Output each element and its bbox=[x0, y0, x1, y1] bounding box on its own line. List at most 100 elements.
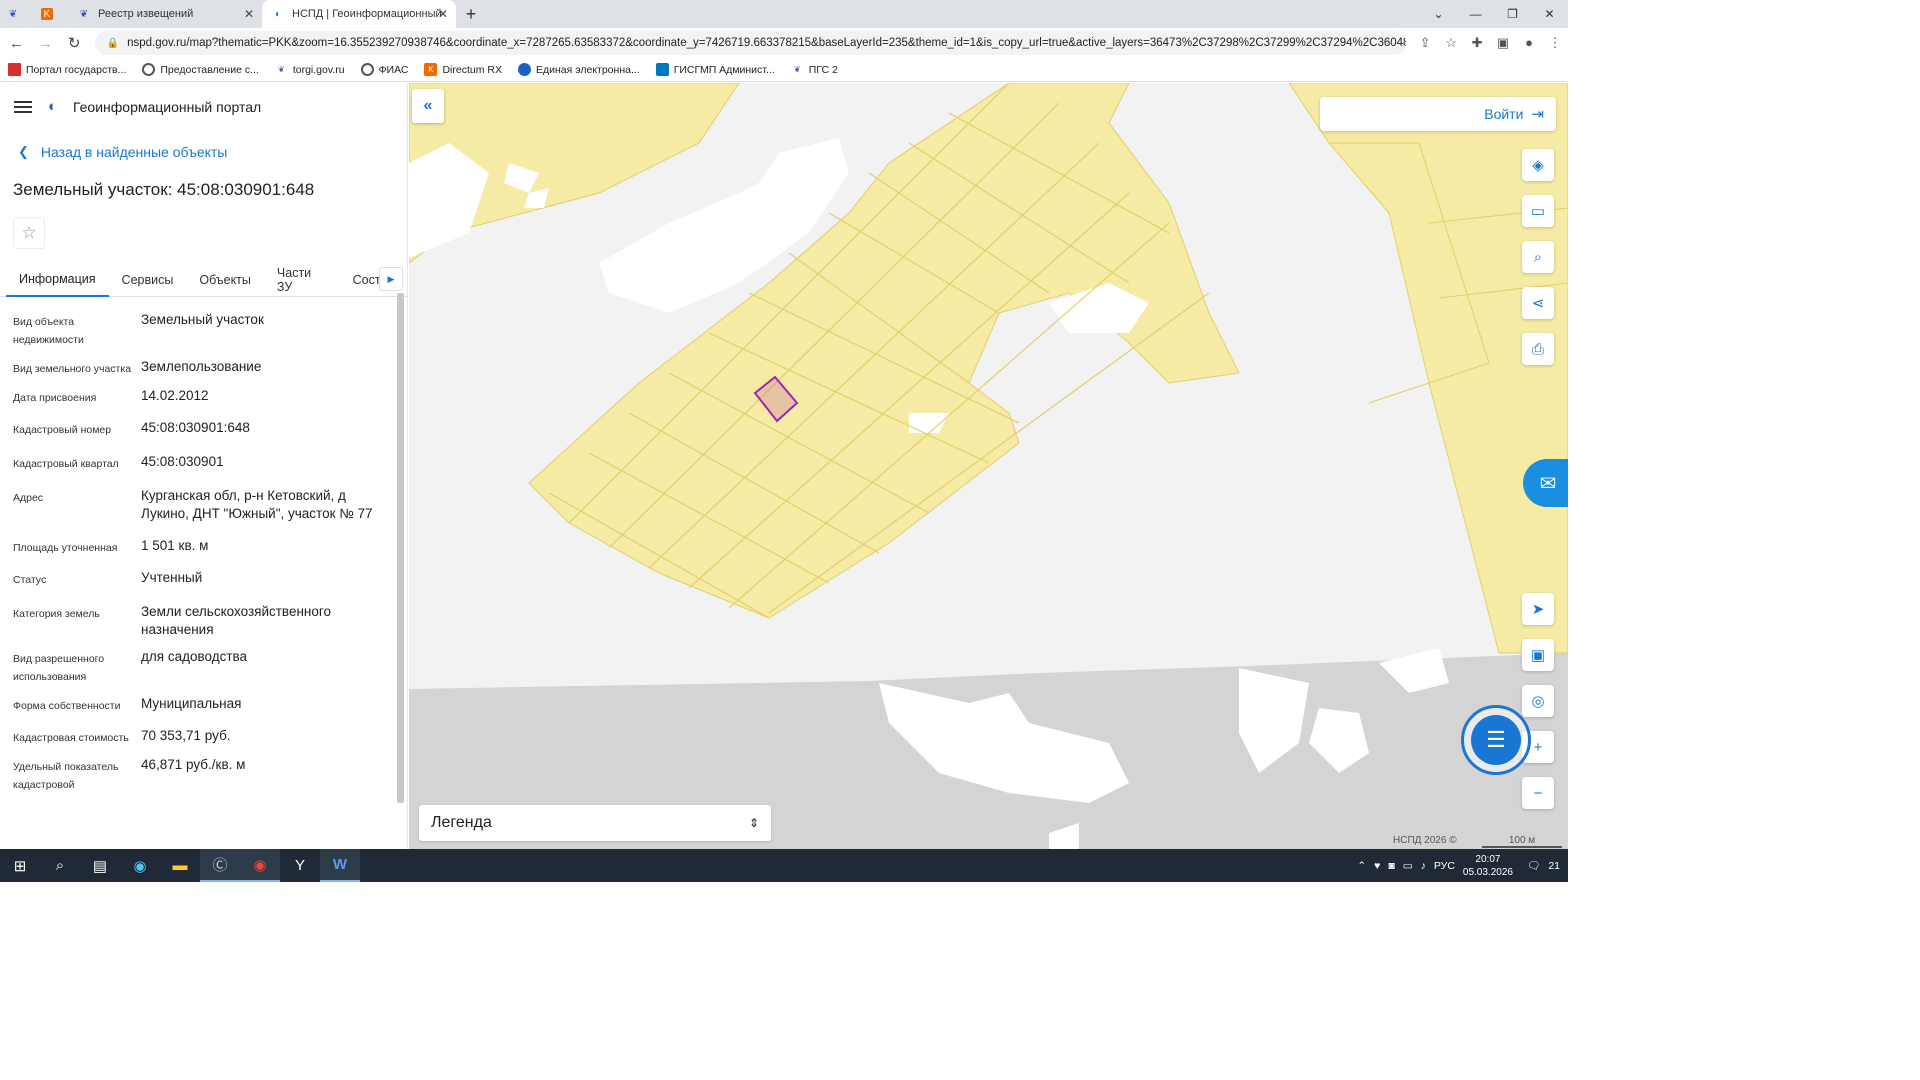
attribute-value: Муниципальная bbox=[141, 696, 242, 711]
chevron-up-icon[interactable]: ⌃ bbox=[1357, 860, 1366, 872]
attribute-row: Вид земельного участка Землепользование bbox=[13, 358, 387, 378]
forward-icon[interactable]: → bbox=[33, 30, 58, 56]
login-icon: ⇥ bbox=[1531, 106, 1544, 123]
search-icon[interactable]: ⌕ bbox=[40, 849, 80, 882]
chrome-icon[interactable]: ◉ bbox=[240, 849, 280, 882]
reload-icon[interactable]: ↻ bbox=[62, 30, 87, 56]
geolocate-button[interactable]: ➤ bbox=[1522, 593, 1554, 625]
browser-tab-active[interactable]: ◐ НСПД | Геоинформационный п ✕ bbox=[262, 0, 456, 28]
zoom-out-button[interactable]: − bbox=[1522, 777, 1554, 809]
bookmark-item[interactable]: ФИАС bbox=[360, 63, 408, 76]
location-search-button[interactable]: ◎ bbox=[1522, 685, 1554, 717]
windows-taskbar: ⊞ ⌕ ▤ ◉ ▬ Ⓒ ◉ Y W ⌃ ♥ ◙ ▭ ♪ РУС 20:07 05… bbox=[0, 849, 1568, 882]
ruler-button[interactable]: ▭ bbox=[1522, 195, 1554, 227]
bookmark-item[interactable]: ГИСГМП Админист... bbox=[655, 63, 775, 76]
file-explorer-icon[interactable]: ▬ bbox=[160, 849, 200, 882]
network-icon[interactable]: ▭ bbox=[1403, 860, 1413, 872]
tab-services[interactable]: Сервисы bbox=[109, 263, 187, 297]
app-icon[interactable]: Ⓒ bbox=[200, 849, 240, 882]
collapse-panel-button[interactable]: « bbox=[412, 89, 444, 123]
layers-button[interactable]: ◈ bbox=[1522, 149, 1554, 181]
portal-logo-icon: ◐ bbox=[48, 98, 58, 115]
restore-icon[interactable]: ❐ bbox=[1494, 0, 1531, 28]
close-window-icon[interactable]: ✕ bbox=[1531, 0, 1568, 28]
share-map-button[interactable]: ⋖ bbox=[1522, 287, 1554, 319]
bookmark-item[interactable]: ❦ ПГС 2 bbox=[791, 63, 838, 76]
browser-tab-3[interactable]: ❦ Реестр извещений ✕ bbox=[68, 0, 262, 28]
panel-scrollbar[interactable] bbox=[397, 293, 404, 803]
task-view-icon[interactable]: ▤ bbox=[80, 849, 120, 882]
clock[interactable]: 20:07 05.03.2026 bbox=[1463, 853, 1513, 879]
attribute-row: Кадастровый номер 45:08:030901:648 bbox=[13, 419, 387, 439]
attribute-value: 45:08:030901:648 bbox=[141, 420, 250, 435]
bookmark-item[interactable]: Портал государств... bbox=[8, 63, 126, 76]
attribute-key: Вид разрешенного использования bbox=[13, 653, 105, 683]
attribute-list: Вид объекта недвижимости Земельный участо… bbox=[0, 297, 407, 794]
feedback-icon: ✉ bbox=[1539, 472, 1557, 495]
back-icon[interactable]: ← bbox=[4, 30, 29, 56]
login-button[interactable]: Войти ⇥ bbox=[1320, 97, 1556, 131]
bookmark-item[interactable]: Предоставление с... bbox=[142, 63, 259, 76]
map-copyright: НСПД 2026 © bbox=[1393, 835, 1457, 846]
camera-icon[interactable]: ◙ bbox=[1388, 860, 1394, 872]
chat-button[interactable]: ☰ bbox=[1461, 705, 1531, 775]
word-icon[interactable]: W bbox=[320, 849, 360, 882]
attribute-value: 1 501 кв. м bbox=[141, 538, 209, 553]
edge-icon[interactable]: ◉ bbox=[120, 849, 160, 882]
ruler-icon: ▭ bbox=[1530, 203, 1546, 220]
profile-icon[interactable]: ● bbox=[1516, 35, 1542, 51]
sidepanel-icon[interactable]: ▣ bbox=[1490, 35, 1516, 51]
input-language[interactable]: РУС bbox=[1434, 860, 1455, 872]
hamburger-menu-icon[interactable] bbox=[14, 101, 32, 113]
tab-objects[interactable]: Объекты bbox=[186, 263, 264, 297]
nspd-icon: ◐ bbox=[274, 8, 282, 20]
tabs-next-button[interactable]: ▶ bbox=[379, 267, 403, 291]
volume-icon[interactable]: ♪ bbox=[1421, 860, 1426, 872]
attribute-key: Вид объекта недвижимости bbox=[13, 316, 84, 346]
feedback-tab[interactable]: ✉ bbox=[1523, 459, 1568, 507]
address-bar: ← → ↻ 🔒 nspd.gov.ru/map?thematic=PKK&zoo… bbox=[0, 28, 1568, 58]
minimap-button[interactable]: ▣ bbox=[1522, 639, 1554, 671]
browser-tab-strip: ❦ K ❦ Реестр извещений ✕ ◐ НСПД | Геоинф… bbox=[0, 0, 1568, 28]
minimize-icon[interactable]: — bbox=[1457, 0, 1494, 28]
url-field[interactable]: 🔒 nspd.gov.ru/map?thematic=PKK&zoom=16.3… bbox=[94, 31, 1407, 55]
close-tab-icon[interactable]: ✕ bbox=[438, 7, 448, 21]
browser-tab-1[interactable]: ❦ bbox=[0, 0, 34, 28]
attribute-row: Кадастровая стоимость 70 353,71 руб. bbox=[13, 727, 387, 747]
new-tab-button[interactable]: + bbox=[456, 0, 486, 28]
emblem-icon: ❦ bbox=[8, 8, 18, 20]
notifications-icon[interactable]: 🗨 bbox=[1527, 859, 1540, 872]
attribute-row: Форма собственности Муниципальная bbox=[13, 695, 387, 715]
favorite-star-button[interactable]: ☆ bbox=[13, 217, 45, 249]
area-search-button[interactable]: ⌕ bbox=[1522, 241, 1554, 273]
print-button[interactable]: ⎙ bbox=[1522, 333, 1554, 365]
attribute-row: Категория земель Земли сельскохозяйственн… bbox=[13, 603, 387, 639]
legend-dropdown[interactable]: Легенда ⇕ bbox=[419, 805, 771, 841]
globe-icon bbox=[517, 63, 531, 76]
directum-icon: K bbox=[41, 8, 53, 20]
chevron-left-icon: ❮ bbox=[18, 144, 29, 159]
back-to-results-link[interactable]: ❮ Назад в найденные объекты bbox=[0, 131, 407, 173]
map-view[interactable]: « Войти ⇥ ◈ ▭ ⌕ ⋖ ⎙ ✉ ➤ ▣ ◎ + − ☰ Легенд… bbox=[409, 83, 1568, 849]
close-tab-icon[interactable]: ✕ bbox=[244, 7, 254, 21]
bookmark-item[interactable]: K Directum RX bbox=[424, 63, 502, 76]
bookmark-item[interactable]: ❦ torgi.gov.ru bbox=[275, 63, 345, 76]
minimap-icon: ▣ bbox=[1530, 647, 1546, 664]
yandex-icon[interactable]: Y bbox=[280, 849, 320, 882]
bookmark-star-icon[interactable]: ☆ bbox=[1438, 35, 1464, 51]
tab-parts[interactable]: Части ЗУ bbox=[264, 263, 340, 297]
tab-search-icon[interactable]: ⌄ bbox=[1420, 0, 1457, 28]
emblem-icon: ❦ bbox=[793, 65, 801, 74]
tab-information[interactable]: Информация bbox=[6, 263, 109, 297]
menu-icon[interactable]: ⋮ bbox=[1542, 35, 1568, 51]
share-icon[interactable]: ⇪ bbox=[1412, 35, 1438, 51]
bookmark-item[interactable]: Единая электронна... bbox=[517, 63, 640, 76]
bookmarks-bar: Портал государств... Предоставление с...… bbox=[0, 58, 1568, 82]
extensions-icon[interactable]: ✚ bbox=[1464, 35, 1490, 51]
attribute-value: 14.02.2012 bbox=[141, 388, 209, 403]
lock-icon: 🔒 bbox=[106, 37, 120, 49]
security-icon[interactable]: ♥ bbox=[1374, 860, 1380, 872]
window-controls: ⌄ — ❐ ✕ bbox=[1420, 0, 1568, 28]
browser-tab-2[interactable]: K bbox=[34, 0, 68, 28]
start-icon[interactable]: ⊞ bbox=[0, 849, 40, 882]
